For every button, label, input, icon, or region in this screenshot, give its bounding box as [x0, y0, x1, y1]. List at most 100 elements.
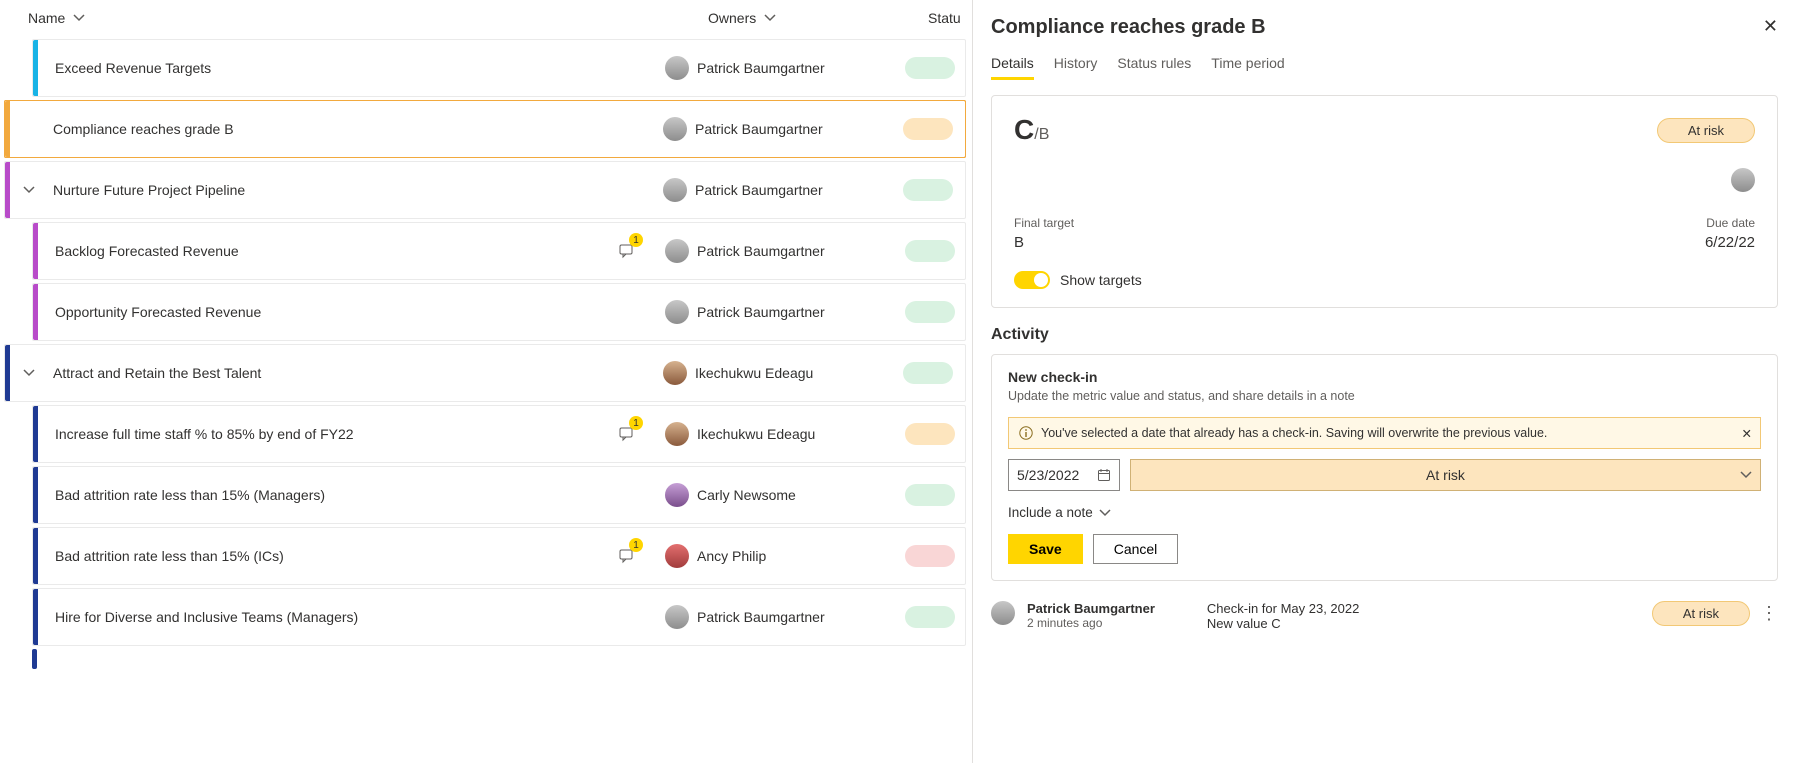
metric-row[interactable]: Exceed Revenue Targets Patrick Baumgartne…: [32, 39, 966, 97]
note-icon[interactable]: 1: [619, 426, 635, 442]
metric-name: Exceed Revenue Targets: [55, 60, 665, 76]
new-checkin-card: New check-in Update the metric value and…: [991, 354, 1778, 581]
chevron-down-icon: [764, 12, 776, 24]
chevron-down-icon: [23, 184, 35, 196]
checkin-date-input[interactable]: 5/23/2022: [1008, 459, 1120, 491]
tab-time-period[interactable]: Time period: [1211, 55, 1284, 80]
row-color-bar: [33, 589, 38, 645]
checkin-status-select[interactable]: At risk: [1130, 459, 1761, 491]
panel-tabs: Details History Status rules Time period: [991, 55, 1778, 81]
owner-name: Patrick Baumgartner: [697, 304, 825, 320]
owner-avatar: [665, 56, 689, 80]
owner-cell: Patrick Baumgartner: [663, 178, 903, 202]
owner-avatar: [665, 483, 689, 507]
final-target-label: Final target: [1014, 216, 1074, 230]
include-note-toggle[interactable]: Include a note: [1008, 505, 1761, 520]
owner-avatar: [665, 544, 689, 568]
status-cell: [905, 57, 965, 79]
tab-history[interactable]: History: [1054, 55, 1098, 80]
status-pill: [905, 423, 955, 445]
metric-row[interactable]: Opportunity Forecasted Revenue Patrick Ba…: [32, 283, 966, 341]
status-cell: [903, 179, 963, 201]
owner-name: Ancy Philip: [697, 548, 766, 564]
due-date-value: 6/22/22: [1705, 234, 1755, 251]
tab-details[interactable]: Details: [991, 55, 1034, 80]
metric-name: Hire for Diverse and Inclusive Teams (Ma…: [55, 609, 665, 625]
status-pill: [905, 301, 955, 323]
activity-avatar: [991, 601, 1015, 625]
column-header-status[interactable]: Statu: [928, 10, 961, 26]
metric-row[interactable]: Hire for Diverse and Inclusive Teams (Ma…: [32, 588, 966, 646]
metric-name: Opportunity Forecasted Revenue: [55, 304, 665, 320]
metric-row[interactable]: Increase full time staff % to 85% by end…: [32, 405, 966, 463]
owner-cell: Patrick Baumgartner: [663, 117, 903, 141]
expand-caret[interactable]: [5, 184, 53, 196]
note-icon[interactable]: 1: [619, 243, 635, 259]
activity-entry: Patrick Baumgartner 2 minutes ago Check-…: [991, 601, 1778, 631]
activity-line2: New value C: [1207, 616, 1359, 631]
status-pill: [905, 240, 955, 262]
metric-row[interactable]: Nurture Future Project Pipeline Patrick B…: [4, 161, 966, 219]
owner-cell: Carly Newsome: [665, 483, 905, 507]
more-options-icon[interactable]: ⋮: [1760, 603, 1778, 624]
checkin-subtitle: Update the metric value and status, and …: [1008, 389, 1761, 403]
grade-display: C/B: [1014, 114, 1049, 146]
owner-avatar: [663, 117, 687, 141]
metric-row[interactable]: Compliance reaches grade BPatrick Baumga…: [4, 100, 966, 158]
column-header-owners[interactable]: Owners: [708, 10, 928, 26]
row-color-bar: [32, 649, 37, 669]
row-color-bar: [33, 406, 38, 462]
status-cell: [905, 240, 965, 262]
owner-cell: Patrick Baumgartner: [665, 56, 905, 80]
note-icon[interactable]: 1: [619, 548, 635, 564]
owner-cell: Patrick Baumgartner: [665, 300, 905, 324]
metric-name: Backlog Forecasted Revenue1: [55, 243, 665, 259]
due-date-label: Due date: [1705, 216, 1755, 230]
status-cell: [905, 423, 965, 445]
metric-row[interactable]: Attract and Retain the Best TalentIkechu…: [4, 344, 966, 402]
final-target-value: B: [1014, 234, 1074, 251]
status-cell: [905, 484, 965, 506]
row-color-bar: [33, 467, 38, 523]
status-cell: [905, 545, 965, 567]
activity-user: Patrick Baumgartner: [1027, 601, 1155, 616]
show-targets-toggle[interactable]: [1014, 271, 1050, 289]
owner-avatar: [665, 422, 689, 446]
metric-row[interactable]: Bad attrition rate less than 15% (ICs)1 A…: [32, 527, 966, 585]
show-targets-label: Show targets: [1060, 272, 1142, 288]
owner-avatar[interactable]: [1731, 168, 1755, 192]
metric-name: Attract and Retain the Best Talent: [53, 365, 663, 381]
row-color-bar: [5, 345, 10, 401]
column-header-name[interactable]: Name: [8, 10, 708, 26]
close-icon[interactable]: ✕: [1763, 16, 1778, 37]
owner-avatar: [665, 605, 689, 629]
status-pill: [903, 179, 953, 201]
save-button[interactable]: Save: [1008, 534, 1083, 564]
expand-caret[interactable]: [5, 367, 53, 379]
info-banner: You've selected a date that already has …: [1008, 417, 1761, 449]
cancel-button[interactable]: Cancel: [1093, 534, 1179, 564]
status-cell: [905, 301, 965, 323]
metrics-grid: Name Owners Statu Exceed Revenue Targets…: [0, 0, 972, 763]
metric-name: Bad attrition rate less than 15% (ICs)1: [55, 548, 665, 564]
metric-row[interactable]: Bad attrition rate less than 15% (Manage…: [32, 466, 966, 524]
owner-cell: Patrick Baumgartner: [665, 605, 905, 629]
banner-close-icon[interactable]: ✕: [1742, 426, 1752, 441]
status-pill: [903, 362, 953, 384]
owner-name: Carly Newsome: [697, 487, 796, 503]
metric-row[interactable]: Backlog Forecasted Revenue1Patrick Baumg…: [32, 222, 966, 280]
metric-name: Nurture Future Project Pipeline: [53, 182, 663, 198]
owner-name: Patrick Baumgartner: [695, 182, 823, 198]
status-cell: [903, 362, 963, 384]
metric-name: Compliance reaches grade B: [53, 121, 663, 137]
status-pill: [905, 57, 955, 79]
chevron-down-icon: [1099, 507, 1111, 519]
row-color-bar: [33, 40, 38, 96]
owner-cell: Patrick Baumgartner: [665, 239, 905, 263]
status-cell: [903, 118, 963, 140]
info-icon: [1019, 426, 1033, 440]
row-color-bar: [33, 223, 38, 279]
tab-status-rules[interactable]: Status rules: [1117, 55, 1191, 80]
owner-name: Patrick Baumgartner: [697, 609, 825, 625]
owner-name: Patrick Baumgartner: [697, 60, 825, 76]
